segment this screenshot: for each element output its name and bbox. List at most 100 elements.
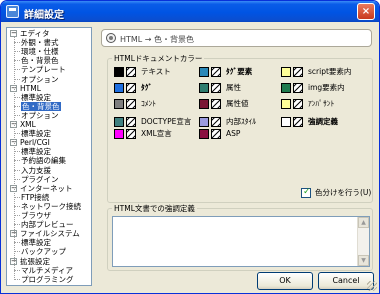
tree-item[interactable]: ネットワーク接続: [21, 202, 81, 211]
color-swatch[interactable]: [114, 99, 124, 109]
resize-grip-icon[interactable]: [367, 281, 377, 291]
tree-item-label: 拡張設定: [20, 256, 50, 266]
tree-item[interactable]: XML: [20, 120, 36, 129]
color-item-label: 強調定義: [308, 117, 338, 126]
title-bar[interactable]: 詳細設定 ×: [1, 1, 379, 22]
tree-item-label: 予約語の編集: [21, 156, 66, 166]
background-hatch-icon[interactable]: [211, 117, 221, 127]
background-hatch-icon[interactable]: [211, 129, 221, 139]
tree-item-label: 内部プレビュー: [21, 220, 74, 230]
color-swatch[interactable]: [199, 67, 209, 77]
tree-item[interactable]: 色・背景色: [21, 56, 59, 65]
tree-item[interactable]: Perl/CGI: [20, 138, 50, 147]
background-hatch-icon[interactable]: [126, 99, 136, 109]
tree-item-label: 標準設定: [21, 129, 51, 139]
tree-item[interactable]: 入力支援: [21, 166, 51, 175]
color-item-label: 内部ｽﾀｲﾙ: [226, 117, 256, 126]
color-swatch[interactable]: [281, 117, 291, 127]
tree-item[interactable]: 色・背景色: [21, 101, 61, 111]
color-swatch[interactable]: [281, 67, 291, 77]
tree-item[interactable]: 予約語の編集: [21, 156, 66, 165]
cancel-button[interactable]: Cancel: [318, 272, 374, 290]
background-hatch-icon[interactable]: [211, 99, 221, 109]
color-item-label: ﾀｸﾞ要素: [226, 67, 253, 76]
tree-item-label: Perl/CGI: [20, 138, 50, 148]
tree-item[interactable]: 拡張設定: [20, 257, 50, 266]
color-item-label: ｺﾒﾝﾄ: [141, 99, 156, 108]
tree-item-label: マルチメディア: [21, 265, 73, 275]
ok-button[interactable]: OK: [257, 272, 313, 290]
background-hatch-icon[interactable]: [126, 83, 136, 93]
tree-item-label: バックアップ: [21, 247, 66, 257]
tree-item[interactable]: 外観・書式: [21, 38, 59, 47]
tree-item-label: 外観・書式: [21, 38, 59, 48]
tree-item[interactable]: FTP接続: [21, 193, 49, 202]
tree-item-label: 標準設定: [21, 147, 51, 157]
color-swatch[interactable]: [281, 83, 291, 93]
tree-item-label: プログラミング: [21, 274, 74, 284]
color-swatch[interactable]: [281, 99, 291, 109]
color-swatch[interactable]: [199, 129, 209, 139]
color-swatch[interactable]: [114, 129, 124, 139]
tree-item-label: HTML: [20, 83, 41, 93]
tree-item[interactable]: オプション: [21, 111, 59, 120]
section-title: HTML → 色・背景色: [120, 35, 195, 44]
tree-item-label: 環境・仕様: [21, 47, 59, 57]
tree-expander-icon[interactable]: −: [10, 30, 17, 37]
tree-item[interactable]: エディタ: [20, 29, 49, 38]
tree-item[interactable]: プログラミング: [21, 275, 74, 284]
background-hatch-icon[interactable]: [126, 117, 136, 127]
tree-item[interactable]: 環境・仕様: [21, 47, 59, 56]
tree-item[interactable]: 標準設定: [21, 238, 51, 247]
color-swatch[interactable]: [199, 83, 209, 93]
color-item-label: script要素内: [308, 67, 352, 76]
color-swatch[interactable]: [199, 99, 209, 109]
background-hatch-icon[interactable]: [293, 99, 303, 109]
tree-item[interactable]: マルチメディア: [21, 266, 73, 275]
background-hatch-icon[interactable]: [211, 83, 221, 93]
tree-item-label: FTP接続: [21, 192, 50, 202]
scroll-down-arrow-icon[interactable]: ▼: [358, 255, 369, 266]
tree-item[interactable]: プラグイン: [21, 175, 59, 184]
scroll-up-arrow-icon[interactable]: ▲: [358, 217, 369, 228]
settings-tree[interactable]: − エディタ 外観・書式 環境・仕様 色・背景色 テンプレート オプション − HTML 標準設定…: [6, 27, 92, 286]
window-title: 詳細設定: [24, 10, 64, 21]
background-hatch-icon[interactable]: [293, 83, 303, 93]
section-header: HTML → 色・背景色: [101, 29, 372, 47]
tree-item[interactable]: 内部プレビュー: [21, 220, 74, 229]
background-hatch-icon[interactable]: [126, 67, 136, 77]
color-item-label: ｱﾝﾊﾟｻﾝﾄ: [308, 99, 335, 108]
tree-item[interactable]: 標準設定: [21, 93, 51, 102]
tree-item-label: オプション: [21, 110, 59, 120]
color-swatch[interactable]: [114, 117, 124, 127]
section-icon: [106, 33, 116, 43]
close-button[interactable]: ×: [357, 3, 375, 20]
textarea-scrollbar[interactable]: ▲ ▼: [357, 217, 369, 266]
emphasis-textarea[interactable]: ▲ ▼: [112, 216, 370, 267]
color-item-label: ﾀｸﾞ: [141, 83, 153, 92]
background-hatch-icon[interactable]: [211, 67, 221, 77]
background-hatch-icon[interactable]: [293, 117, 303, 127]
tree-item[interactable]: バックアップ: [21, 247, 66, 256]
tree-item[interactable]: オプション: [21, 75, 59, 84]
tree-item-label: 入力支援: [21, 165, 51, 175]
background-hatch-icon[interactable]: [293, 67, 303, 77]
checkbox-box[interactable]: [301, 187, 311, 198]
tree-item[interactable]: ブラウザ: [21, 211, 51, 220]
color-swatch[interactable]: [114, 67, 124, 77]
background-hatch-icon[interactable]: [126, 129, 136, 139]
tree-item[interactable]: HTML: [20, 84, 41, 93]
color-item-label: ASP: [226, 129, 241, 138]
tree-item-label: ファイルシステム: [20, 229, 80, 239]
tree-item[interactable]: ファイルシステム: [20, 229, 80, 238]
color-item-label: XML宣言: [141, 129, 172, 138]
tree-item[interactable]: インターネット: [20, 184, 73, 193]
tree-item[interactable]: 標準設定: [21, 147, 51, 156]
color-swatch[interactable]: [199, 117, 209, 127]
tree-item[interactable]: 標準設定: [21, 129, 51, 138]
checkbox-label: 色分けを行う(U): [315, 188, 372, 197]
color-swatch[interactable]: [114, 83, 124, 93]
tree-item-label: ブラウザ: [21, 211, 51, 220]
tree-item[interactable]: テンプレート: [21, 65, 66, 74]
document-color-legend: HTMLドキュメントカラー: [114, 54, 203, 63]
